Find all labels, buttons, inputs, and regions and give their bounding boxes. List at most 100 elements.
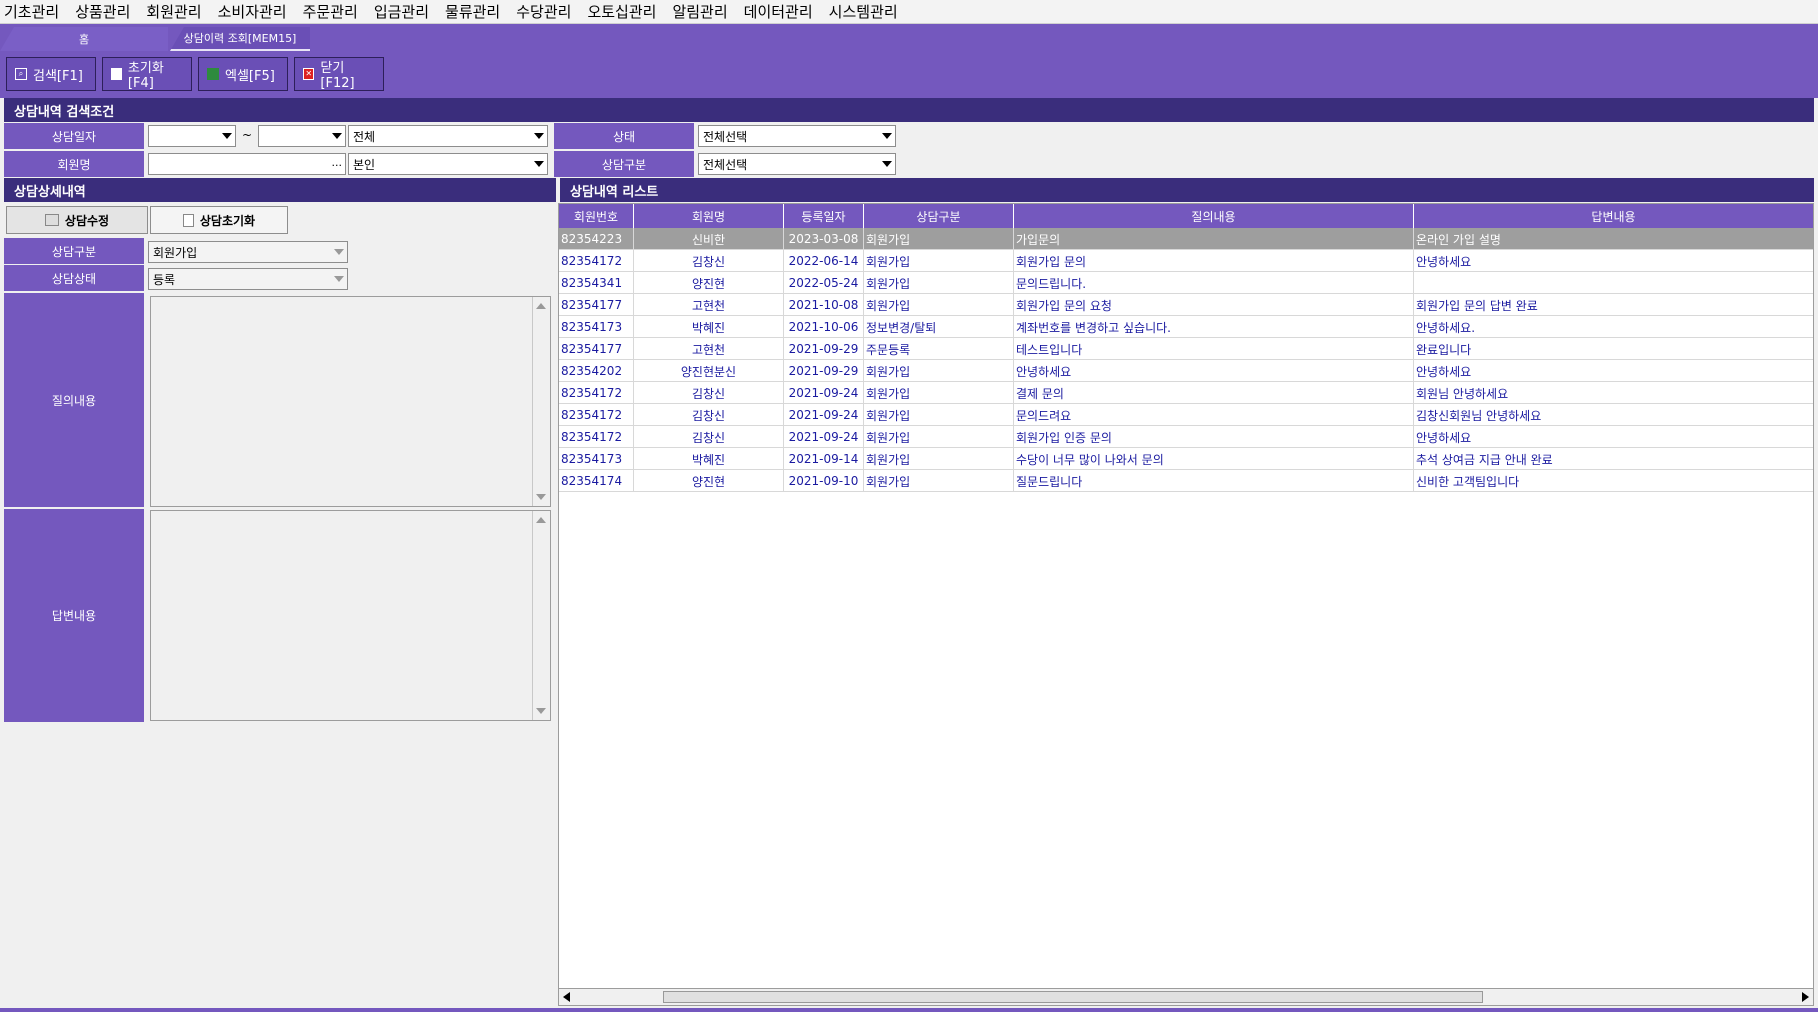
- tab-consultation-history[interactable]: 상담이력 조회[MEM15]: [170, 27, 310, 51]
- scroll-left-icon[interactable]: [563, 992, 570, 1002]
- member-lookup-button[interactable]: ...: [332, 156, 343, 169]
- table-cell: 2021-09-24: [784, 404, 864, 426]
- menu-item[interactable]: 데이터관리: [744, 1, 813, 22]
- excel-icon: [207, 68, 219, 80]
- chevron-down-icon: [882, 161, 892, 167]
- menu-bar: 기초관리 상품관리 회원관리 소비자관리 주문관리 입금관리 물류관리 수당관리 오토십관리 알림…: [0, 0, 1818, 24]
- table-cell: 82354172: [559, 404, 634, 426]
- edit-consult-button[interactable]: 상담수정: [6, 206, 148, 234]
- table-cell: 회원님 안녕하세요: [1414, 382, 1813, 404]
- table-cell: 테스트입니다: [1014, 338, 1414, 360]
- table-cell: 회원가입 문의 답변 완료: [1414, 294, 1813, 316]
- member-scope-select[interactable]: 본인: [348, 153, 548, 175]
- scroll-down-icon[interactable]: [536, 494, 546, 500]
- grid-header: 회원번호 회원명 등록일자 상담구분 질의내용 답변내용: [559, 204, 1813, 228]
- detail-status-select[interactable]: 등록: [148, 268, 348, 290]
- column-header[interactable]: 회원명: [634, 204, 784, 228]
- scroll-right-icon[interactable]: [1802, 992, 1809, 1002]
- clear-consult-button[interactable]: 상담초기화: [150, 206, 288, 234]
- scroll-up-icon[interactable]: [536, 517, 546, 523]
- horizontal-scrollbar[interactable]: [558, 988, 1814, 1006]
- chevron-down-icon: [534, 161, 544, 167]
- table-row[interactable]: 82354223 신비한 2023-03-08 회원가입 가입문의 온라인 가입 설명: [559, 228, 1813, 250]
- table-cell: 2021-10-06: [784, 316, 864, 338]
- column-header[interactable]: 등록일자: [784, 204, 864, 228]
- detail-type-select[interactable]: 회원가입: [148, 241, 348, 263]
- column-header[interactable]: 상담구분: [864, 204, 1014, 228]
- table-cell: 안녕하세요: [1014, 360, 1414, 382]
- table-cell: 회원가입: [864, 470, 1014, 492]
- chevron-down-icon: [882, 133, 892, 139]
- table-row[interactable]: 82354173 박혜진 2021-10-06 정보변경/탈퇴 계좌번호를 변경하고 싶…: [559, 316, 1813, 338]
- document-icon: [182, 213, 194, 227]
- table-cell: 완료입니다: [1414, 338, 1813, 360]
- vertical-scrollbar[interactable]: [532, 511, 550, 720]
- close-button-label: 닫기[F12]: [320, 61, 355, 91]
- menu-item[interactable]: 입금관리: [374, 1, 429, 22]
- table-cell: 김창신회원님 안녕하세요: [1414, 404, 1813, 426]
- date-type-select[interactable]: 전체: [348, 125, 548, 147]
- vertical-scrollbar[interactable]: [532, 297, 550, 506]
- menu-item[interactable]: 회원관리: [146, 1, 201, 22]
- table-cell: 온라인 가입 설명: [1414, 228, 1813, 250]
- member-name-input[interactable]: ...: [148, 153, 346, 175]
- column-header[interactable]: 답변내용: [1414, 204, 1813, 228]
- table-row[interactable]: 82354172 김창신 2022-06-14 회원가입 회원가입 문의 안녕하세요: [559, 250, 1813, 272]
- close-button[interactable]: ✕ 닫기[F12]: [294, 57, 384, 91]
- excel-button-label: 엑셀[F5]: [225, 68, 275, 84]
- table-cell: 질문드립니다: [1014, 470, 1414, 492]
- menu-item[interactable]: 오토십관리: [587, 1, 656, 22]
- scroll-up-icon[interactable]: [536, 303, 546, 309]
- table-cell: 회원가입: [864, 228, 1014, 250]
- menu-item[interactable]: 물류관리: [445, 1, 500, 22]
- table-cell: 회원가입: [864, 360, 1014, 382]
- table-cell: 82354172: [559, 250, 634, 272]
- status-select[interactable]: 전체선택: [698, 125, 896, 147]
- menu-item[interactable]: 알림관리: [672, 1, 727, 22]
- reset-button[interactable]: 초기화[F4]: [102, 57, 192, 91]
- table-cell: 82354173: [559, 448, 634, 470]
- menu-item[interactable]: 기초관리: [4, 1, 59, 22]
- column-header[interactable]: 질의내용: [1014, 204, 1414, 228]
- menu-item[interactable]: 상품관리: [75, 1, 130, 22]
- table-row[interactable]: 82354202 양진현분신 2021-09-29 회원가입 안녕하세요 안녕하세요: [559, 360, 1813, 382]
- menu-item[interactable]: 소비자관리: [218, 1, 287, 22]
- table-row[interactable]: 82354177 고현천 2021-10-08 회원가입 회원가입 문의 요청 회원가입 …: [559, 294, 1813, 316]
- table-cell: 회원가입: [864, 250, 1014, 272]
- scrollbar-thumb[interactable]: [663, 991, 1483, 1003]
- table-cell: 양진현: [634, 470, 784, 492]
- menu-item[interactable]: 시스템관리: [829, 1, 898, 22]
- excel-button[interactable]: 엑셀[F5]: [198, 57, 288, 91]
- search-icon: ⌕: [15, 68, 27, 80]
- search-button[interactable]: ⌕ 검색[F1]: [6, 57, 96, 91]
- table-cell: 회원가입: [864, 382, 1014, 404]
- table-row[interactable]: 82354173 박혜진 2021-09-14 회원가입 수당이 너무 많이 나와서 문…: [559, 448, 1813, 470]
- table-cell: 82354174: [559, 470, 634, 492]
- table-cell: 2022-06-14: [784, 250, 864, 272]
- member-name-label: 회원명: [4, 151, 144, 177]
- column-header[interactable]: 회원번호: [559, 204, 634, 228]
- answer-textarea[interactable]: [150, 510, 551, 721]
- date-from-combo[interactable]: [148, 125, 236, 147]
- menu-item[interactable]: 주문관리: [303, 1, 358, 22]
- table-cell: 김창신: [634, 250, 784, 272]
- scroll-down-icon[interactable]: [536, 708, 546, 714]
- table-cell: 회원가입: [864, 404, 1014, 426]
- consult-list-grid[interactable]: 회원번호 회원명 등록일자 상담구분 질의내용 답변내용 82354223 신비한 2023-…: [558, 203, 1814, 990]
- menu-item[interactable]: 수당관리: [516, 1, 571, 22]
- tab-home[interactable]: 홈: [0, 27, 168, 51]
- table-cell: 가입문의: [1014, 228, 1414, 250]
- date-to-combo[interactable]: [258, 125, 346, 147]
- table-row[interactable]: 82354172 김창신 2021-09-24 회원가입 문의드려요 김창신회원님 안녕하…: [559, 404, 1813, 426]
- chevron-down-icon: [534, 133, 544, 139]
- table-row[interactable]: 82354174 양진현 2021-09-10 회원가입 질문드립니다 신비한 고객팀입니…: [559, 470, 1813, 492]
- table-cell: 82354172: [559, 382, 634, 404]
- question-textarea[interactable]: [150, 296, 551, 507]
- detail-status-label: 상담상태: [4, 265, 144, 291]
- table-row[interactable]: 82354172 김창신 2021-09-24 회원가입 결제 문의 회원님 안녕하세요: [559, 382, 1813, 404]
- table-cell: 회원가입: [864, 294, 1014, 316]
- consult-type-select[interactable]: 전체선택: [698, 153, 896, 175]
- table-row[interactable]: 82354341 양진현 2022-05-24 회원가입 문의드립니다.: [559, 272, 1813, 294]
- table-row[interactable]: 82354172 김창신 2021-09-24 회원가입 회원가입 인증 문의 안녕하세요: [559, 426, 1813, 448]
- table-row[interactable]: 82354177 고현천 2021-09-29 주문등록 테스트입니다 완료입니다: [559, 338, 1813, 360]
